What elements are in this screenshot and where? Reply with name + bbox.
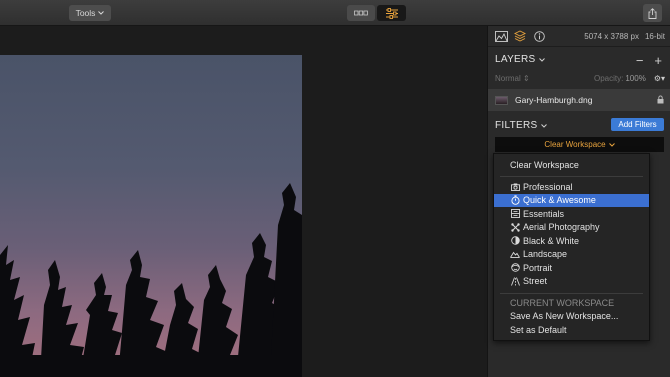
chevron-down-icon [608,142,615,147]
stopwatch-icon [510,195,520,205]
layers-title[interactable]: LAYERS [495,54,545,65]
menu-item-label: Portrait [523,262,553,273]
workspace-menu: Clear Workspace Professional Quick & Awe… [493,153,650,341]
top-toolbar: Tools [0,0,670,26]
half-circle-icon [510,236,520,246]
compare-icon [354,10,368,16]
adjustments-icon [385,7,398,19]
menu-item-label: Landscape [523,249,568,259]
menu-item-landscape[interactable]: Landscape [494,248,649,261]
panel-header: 5074 x 3788 px 16-bit [488,26,670,47]
opacity-value[interactable]: 100% [625,74,645,83]
filters-title[interactable]: FILTERS [495,120,547,131]
image-canvas[interactable] [0,26,487,377]
menu-item-label: Professional [523,181,573,192]
menu-item-black-white[interactable]: Black & White [494,234,649,247]
menu-item-label: Quick & Awesome [523,195,596,205]
share-icon [648,7,657,19]
add-layer-icon[interactable]: + [654,53,662,68]
add-filters-button[interactable]: Add Filters [611,118,664,131]
photo-preview [0,55,302,377]
chevron-down-icon [98,11,105,15]
street-icon [510,276,520,286]
opacity-label: Opacity: [594,74,624,83]
blend-mode-value: Normal [495,74,521,83]
compare-view-button[interactable] [347,5,375,21]
menu-item-label: Black & White [523,235,580,246]
workspace-select[interactable]: Clear Workspace [495,137,664,152]
share-button[interactable] [643,4,662,22]
layer-thumbnail [495,95,508,105]
tools-button[interactable]: Tools [69,5,111,21]
menu-item-save-workspace[interactable]: Save As New Workspace... [494,310,649,323]
chevron-down-icon [540,124,547,128]
layers-icon[interactable] [513,29,527,43]
film-icon [510,209,520,219]
camera-icon [510,182,520,192]
face-icon [510,263,520,273]
blend-mode-select[interactable]: Normal ⇕ [495,74,530,83]
menu-item-label: Essentials [523,208,565,219]
menu-item-aerial-photography[interactable]: Aerial Photography [494,221,649,234]
filters-title-label: FILTERS [495,120,538,131]
remove-layer-icon[interactable]: − [636,53,644,68]
layer-name: Gary-Hamburgh.dng [515,95,593,105]
menu-item-professional[interactable]: Professional [494,180,649,193]
chevron-down-icon [538,58,545,62]
blend-row: Normal ⇕ Opacity: 100% ⚙︎▾ [495,74,665,83]
bit-depth: 16-bit [644,31,665,41]
menu-section-header: CURRENT WORKSPACE [510,297,615,308]
drone-icon [510,222,520,232]
histogram-icon[interactable] [494,29,508,43]
menu-item-set-default[interactable]: Set as Default [494,323,649,336]
menu-item-label: Aerial Photography [523,222,600,232]
tree-silhouettes [0,183,302,377]
menu-divider [500,293,643,294]
layer-row[interactable]: Gary-Hamburgh.dng [488,89,670,111]
adjustments-view-button[interactable] [377,5,406,21]
gear-icon[interactable]: ⚙︎▾ [654,74,665,83]
mountain-icon [510,249,520,259]
layer-controls: − + [636,53,662,68]
menu-divider [500,176,643,177]
image-dimensions: 5074 x 3788 px [584,31,639,41]
menu-item-essentials[interactable]: Essentials [494,207,649,220]
menu-item-quick-awesome[interactable]: Quick & Awesome [494,193,649,207]
menu-item-portrait[interactable]: Portrait [494,261,649,274]
menu-item-label: Street [523,276,548,286]
tools-label: Tools [75,8,96,18]
info-icon[interactable] [532,29,546,43]
menu-item-clear-workspace[interactable]: Clear Workspace [494,158,649,171]
lock-icon[interactable] [657,95,664,106]
layers-title-label: LAYERS [495,54,536,65]
workspace-value: Clear Workspace [544,140,606,149]
menu-item-street[interactable]: Street [494,275,649,288]
